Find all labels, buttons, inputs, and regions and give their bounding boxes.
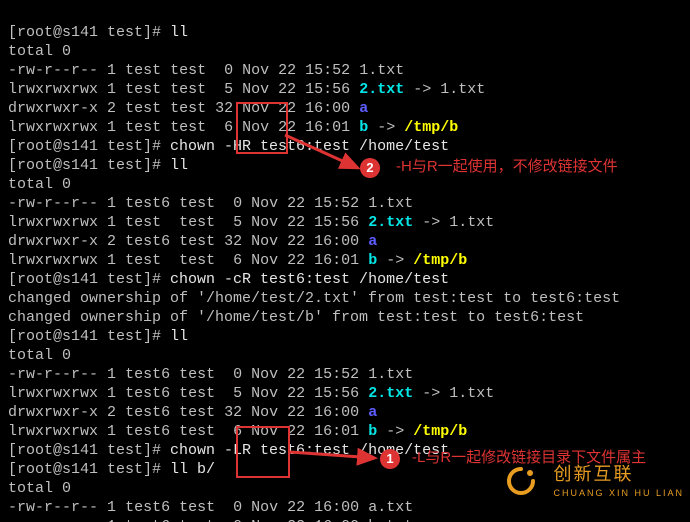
annotation-text-2: -H与R一起使用，不修改链接文件 [396,158,618,176]
annotation-badge-2: 2 [360,158,380,178]
cmd-chown-LR: chown -LR test6:test /home/test [170,442,449,459]
prompt: [root@s141 test]# [8,461,170,478]
cmd-chown-cR: chown -cR test6:test /home/test [170,271,449,288]
ls-row: lrwxrwxrwx 1 test6 test 5 Nov 22 15:56 2… [8,385,494,402]
ls-row: lrwxrwxrwx 1 test6 test 6 Nov 22 16:01 b… [8,423,467,440]
prompt: [root@s141 test]# [8,442,170,459]
cmd-ll-b: ll b/ [170,461,215,478]
annotation-badge-1: 1 [380,449,400,469]
prompt: [root@s141 test]# [8,157,170,174]
cmd-ll: ll [170,157,188,174]
ls-row: lrwxrwxrwx 1 test test 5 Nov 22 15:56 2.… [8,81,485,98]
ls-row: drwxrwxr-x 2 test6 test 32 Nov 22 16:00 … [8,233,377,250]
prompt: [root@s141 test]# [8,328,170,345]
total: total 0 [8,347,71,364]
terminal[interactable]: [root@s141 test]# ll total 0 -rw-r--r-- … [0,0,690,522]
ls-row: drwxrwxr-x 2 test test 32 Nov 22 16:00 a [8,100,368,117]
cmd-ll: ll [170,24,188,41]
ls-row: -rw-r--r-- 1 test6 test 0 Nov 22 16:00 a… [8,499,413,516]
ls-row: drwxrwxr-x 2 test6 test 32 Nov 22 16:00 … [8,404,377,421]
ls-row: lrwxrwxrwx 1 test test 6 Nov 22 16:01 b … [8,252,467,269]
ls-row: -rw-r--r-- 1 test6 test 0 Nov 22 16:00 b… [8,518,413,522]
prompt: [root@s141 test]# [8,271,170,288]
total: total 0 [8,43,71,60]
ls-row: lrwxrwxrwx 1 test test 6 Nov 22 16:01 b … [8,119,458,136]
cmd-ll: ll [170,328,188,345]
ls-row: -rw-r--r-- 1 test6 test 0 Nov 22 15:52 1… [8,366,413,383]
cmd-chown-HR: chown -HR test6:test /home/test [170,138,449,155]
ls-row: -rw-r--r-- 1 test test 0 Nov 22 15:52 1.… [8,62,404,79]
total: total 0 [8,480,71,497]
prompt: [root@s141 test]# [8,138,170,155]
ls-row: -rw-r--r-- 1 test6 test 0 Nov 22 15:52 1… [8,195,413,212]
change-msg: changed ownership of '/home/test/2.txt' … [8,290,620,307]
change-msg: changed ownership of '/home/test/b' from… [8,309,584,326]
total: total 0 [8,176,71,193]
ls-row: lrwxrwxrwx 1 test test 5 Nov 22 15:56 2.… [8,214,494,231]
annotation-text-1: -L与R一起修改链接目录下文件属主 [412,449,646,467]
prompt: [root@s141 test]# [8,24,170,41]
